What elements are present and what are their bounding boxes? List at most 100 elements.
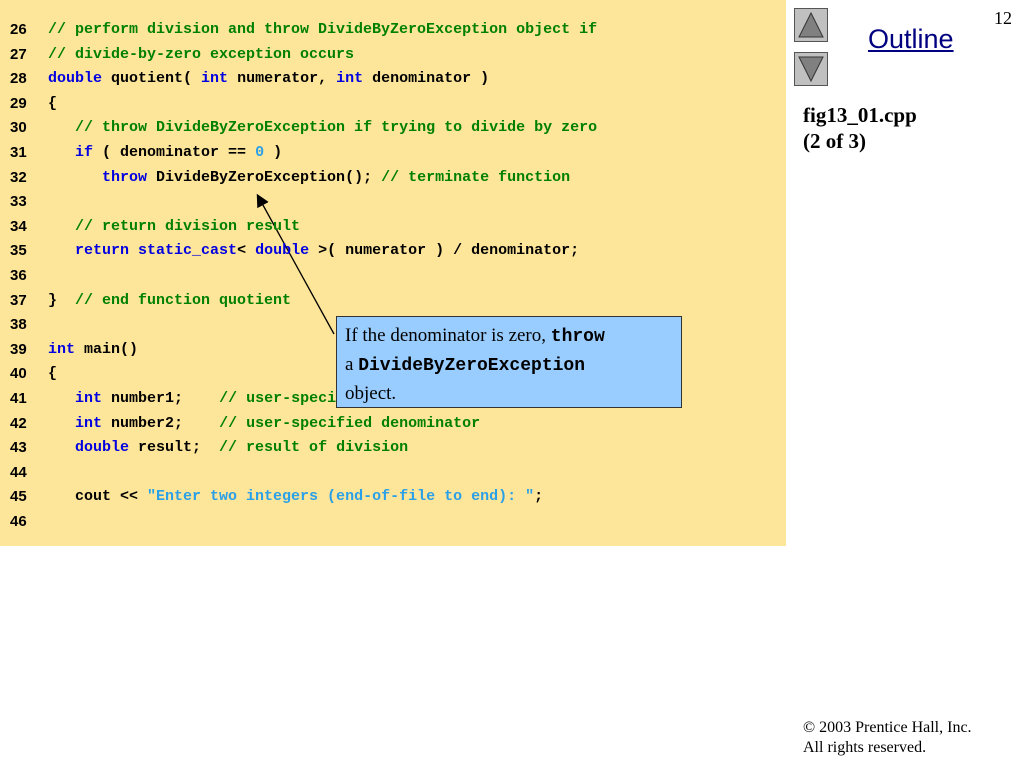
line-number: 27	[10, 45, 27, 63]
code-token: DivideByZeroException();	[147, 168, 382, 186]
line-number: 41	[10, 390, 27, 407]
copyright-notice: © 2003 Prentice Hall, Inc. All rights re…	[803, 718, 972, 758]
line-number: 26	[10, 21, 27, 38]
code-text: double quotient( int numerator, int deno…	[48, 67, 489, 91]
code-token: >( numerator ) / denominator;	[309, 242, 580, 260]
previous-slide-button[interactable]	[794, 8, 828, 42]
outline-link[interactable]: Outline	[868, 24, 954, 55]
callout-text-1: If the denominator is zero,	[345, 325, 551, 346]
line-number: 44	[10, 463, 27, 481]
down-triangle-icon	[798, 56, 824, 83]
code-text: throw DivideByZeroException(); // termin…	[48, 166, 570, 190]
comment-token: // perform division and throw DivideByZe…	[48, 21, 598, 38]
line-number: 32	[10, 168, 27, 186]
line-number: 37	[10, 291, 27, 309]
code-token: ;	[534, 488, 544, 506]
slide-number: 12	[994, 8, 1012, 28]
string-token: "Enter two integers (end-of-file to end)…	[147, 488, 535, 506]
next-slide-button[interactable]	[794, 52, 828, 86]
comment-token: // divide-by-zero exception occurs	[48, 45, 355, 63]
line-number: 33	[10, 193, 27, 211]
line-number: 38	[10, 316, 27, 334]
keyword-token: double	[48, 70, 103, 88]
keyword-token: int	[201, 70, 229, 88]
code-token: <	[237, 242, 256, 260]
line-number: 40	[10, 365, 27, 383]
callout-exception-name: DivideByZeroException	[358, 356, 586, 376]
callout-text-2: a	[345, 354, 359, 375]
keyword-token: int	[336, 70, 364, 88]
keyword-token: int	[75, 390, 103, 407]
part-indicator: (2 of 3)	[803, 129, 866, 153]
copyright-symbol: ©	[803, 719, 816, 736]
copyright-line-2: All rights reserved.	[803, 739, 927, 756]
line-number: 36	[10, 267, 27, 284]
keyword-token: double	[255, 242, 310, 260]
copyright-line-1: 2003 Prentice Hall, Inc.	[819, 719, 972, 736]
code-token: numerator,	[228, 70, 337, 88]
callout-throw-keyword: throw	[550, 327, 605, 347]
code-text: int main()	[48, 338, 138, 362]
code-token: number1;	[102, 390, 220, 407]
keyword-token: int	[75, 414, 103, 432]
comment-token: // user-specified denominator	[219, 414, 481, 432]
figure-caption: fig13_01.cpp (2 of 3)	[803, 102, 917, 154]
code-token: {	[48, 365, 58, 383]
code-text: // divide-by-zero exception occurs	[48, 43, 354, 67]
code-token: )	[264, 144, 283, 161]
code-text: int number2; // user-specified denominat…	[48, 412, 480, 436]
line-number: 29	[10, 94, 27, 112]
file-name: fig13_01.cpp	[803, 103, 917, 127]
code-text: // perform division and throw DivideByZe…	[48, 18, 597, 42]
keyword-token: throw	[102, 168, 148, 186]
line-number: 34	[10, 217, 27, 235]
keyword-token: int	[48, 340, 76, 358]
comment-token: // throw DivideByZeroException if trying…	[75, 119, 598, 137]
line-number: 45	[10, 488, 27, 506]
comment-token: // result of division	[219, 439, 409, 457]
keyword-token: if	[75, 144, 94, 161]
code-token: quotient(	[102, 70, 202, 88]
comment-token: // return division result	[75, 217, 301, 235]
comment-token: // terminate function	[381, 168, 571, 186]
code-token: main()	[75, 340, 139, 358]
code-text: {	[48, 362, 57, 386]
number-token: 0	[255, 144, 265, 161]
keyword-token: static_cast	[138, 242, 238, 260]
keyword-token: return	[75, 242, 130, 260]
code-token: ( denominator ==	[93, 144, 256, 161]
code-token: cout <<	[48, 488, 148, 506]
code-text: // return division result	[48, 215, 300, 239]
code-text: {	[48, 92, 57, 116]
line-number: 46	[10, 513, 27, 530]
line-number: 35	[10, 242, 27, 260]
code-text: cout << "Enter two integers (end-of-file…	[48, 485, 543, 509]
line-number: 39	[10, 340, 27, 358]
code-text: // throw DivideByZeroException if trying…	[48, 116, 597, 140]
code-text: return static_cast< double >( numerator …	[48, 239, 579, 263]
line-number: 43	[10, 439, 27, 457]
line-number: 28	[10, 70, 27, 88]
callout-box: If the denominator is zero, throw a Divi…	[336, 316, 682, 408]
callout-text-3: object.	[345, 383, 397, 404]
code-token: }	[48, 291, 76, 309]
code-token: denominator )	[363, 70, 490, 88]
code-token: result;	[129, 439, 220, 457]
up-triangle-icon	[798, 11, 824, 38]
code-text: double result; // result of division	[48, 436, 408, 460]
line-number: 42	[10, 414, 27, 432]
comment-token: // end function quotient	[75, 291, 292, 309]
code-token: number2;	[102, 414, 220, 432]
keyword-token: double	[75, 439, 130, 457]
code-text: if ( denominator == 0 )	[48, 141, 282, 165]
code-panel: 26 // perform division and throw DivideBy…	[0, 0, 786, 546]
